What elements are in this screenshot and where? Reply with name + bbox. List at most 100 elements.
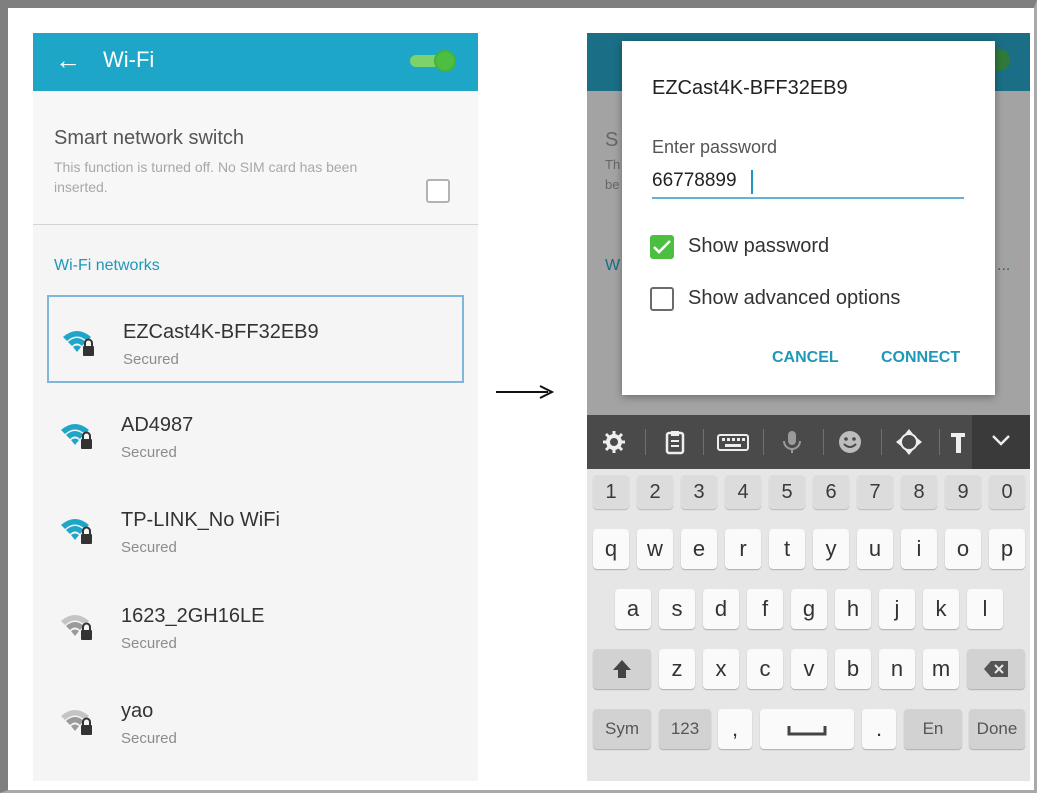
- key-n[interactable]: n: [879, 649, 915, 689]
- wifi-toggle[interactable]: [410, 50, 456, 72]
- microphone-icon[interactable]: [779, 429, 805, 455]
- key-t[interactable]: t: [769, 529, 805, 569]
- network-item-tplink[interactable]: TP-LINK_No WiFi Secured: [47, 485, 464, 573]
- smart-network-switch-title: Smart network switch: [54, 127, 245, 149]
- emoji-icon[interactable]: [837, 429, 863, 455]
- connect-button[interactable]: CONNECT: [881, 349, 960, 367]
- key-c[interactable]: c: [747, 649, 783, 689]
- wifi-lock-weak-icon: [61, 615, 92, 640]
- network-item-yao[interactable]: yao Secured: [47, 676, 464, 764]
- key-q[interactable]: q: [593, 529, 629, 569]
- key-h[interactable]: h: [835, 589, 871, 629]
- period-key[interactable]: .: [862, 709, 896, 749]
- page-title: Wi-Fi: [103, 47, 155, 72]
- keyboard-icon[interactable]: [717, 429, 749, 455]
- wifi-lock-icon: [61, 519, 92, 544]
- comma-key[interactable]: ,: [718, 709, 752, 749]
- text-caret: [751, 170, 753, 194]
- key-x[interactable]: x: [703, 649, 739, 689]
- wifi-lock-weak-icon: [61, 710, 92, 735]
- toolbar-separator: [703, 429, 704, 455]
- key-u[interactable]: u: [857, 529, 893, 569]
- key-p[interactable]: p: [989, 529, 1025, 569]
- key-2[interactable]: 2: [637, 475, 673, 509]
- key-k[interactable]: k: [923, 589, 959, 629]
- key-a[interactable]: a: [615, 589, 651, 629]
- key-3[interactable]: 3: [681, 475, 717, 509]
- key-m[interactable]: m: [923, 649, 959, 689]
- network-name: AD4987: [121, 414, 194, 436]
- shift-key[interactable]: [593, 649, 651, 689]
- key-i[interactable]: i: [901, 529, 937, 569]
- key-4[interactable]: 4: [725, 475, 761, 509]
- back-arrow-icon[interactable]: ←: [55, 45, 81, 75]
- network-item-ad4987[interactable]: AD4987 Secured: [47, 390, 464, 478]
- key-r[interactable]: r: [725, 529, 761, 569]
- show-password-checkbox[interactable]: [650, 235, 674, 259]
- cancel-button[interactable]: CANCEL: [772, 349, 839, 367]
- transition-arrow-icon: [496, 385, 555, 399]
- wifi-networks-heading: Wi-Fi networks: [54, 257, 160, 274]
- wifi-lock-icon: [63, 331, 94, 356]
- show-advanced-checkbox[interactable]: [650, 287, 674, 311]
- done-key[interactable]: Done: [969, 709, 1025, 749]
- network-name: yao: [121, 700, 154, 722]
- show-password-label[interactable]: Show password: [688, 235, 829, 258]
- language-key[interactable]: En: [904, 709, 962, 749]
- network-item-1623[interactable]: 1623_2GH16LE Secured: [47, 581, 464, 669]
- key-6[interactable]: 6: [813, 475, 849, 509]
- key-v[interactable]: v: [791, 649, 827, 689]
- toolbar-separator: [763, 429, 764, 455]
- key-f[interactable]: f: [747, 589, 783, 629]
- key-g[interactable]: g: [791, 589, 827, 629]
- password-input[interactable]: [652, 165, 964, 199]
- key-z[interactable]: z: [659, 649, 695, 689]
- app-bar: ← Wi-Fi: [33, 33, 478, 91]
- key-9[interactable]: 9: [945, 475, 981, 509]
- smart-network-switch-checkbox[interactable]: [426, 179, 450, 203]
- key-w[interactable]: w: [637, 529, 673, 569]
- key-j[interactable]: j: [879, 589, 915, 629]
- network-name: TP-LINK_No WiFi: [121, 509, 280, 531]
- show-advanced-label[interactable]: Show advanced options: [688, 287, 900, 310]
- key-s[interactable]: s: [659, 589, 695, 629]
- clipboard-icon[interactable]: [662, 429, 688, 455]
- num-key[interactable]: 123: [659, 709, 711, 749]
- dimmed-text: Th: [605, 157, 621, 172]
- collapse-keyboard-zone: [972, 415, 1030, 469]
- key-o[interactable]: o: [945, 529, 981, 569]
- network-name: 1623_2GH16LE: [121, 605, 265, 627]
- smart-network-switch-desc: This function is turned off. No SIM card…: [54, 159, 358, 195]
- key-e[interactable]: e: [681, 529, 717, 569]
- toolbar-separator: [939, 429, 940, 455]
- spacebar-icon: [787, 726, 827, 736]
- toolbar-separator: [645, 429, 646, 455]
- password-label: Enter password: [652, 137, 778, 157]
- backspace-key[interactable]: [967, 649, 1025, 689]
- key-d[interactable]: d: [703, 589, 739, 629]
- dimmed-text: W: [605, 257, 621, 274]
- shift-arrow-icon: [613, 660, 631, 678]
- chevron-down-icon[interactable]: [991, 433, 1011, 447]
- smart-network-switch-row[interactable]: Smart network switch This function is tu…: [33, 91, 478, 225]
- network-status: Secured: [121, 635, 177, 652]
- dimmed-text: be: [605, 177, 620, 192]
- key-7[interactable]: 7: [857, 475, 893, 509]
- network-item-ezcast[interactable]: EZCast4K-BFF32EB9 Secured: [47, 295, 464, 383]
- cursor-move-icon[interactable]: [896, 429, 922, 455]
- settings-gear-icon[interactable]: [601, 429, 627, 455]
- network-name: EZCast4K-BFF32EB9: [123, 321, 319, 343]
- key-5[interactable]: 5: [769, 475, 805, 509]
- key-8[interactable]: 8: [901, 475, 937, 509]
- key-y[interactable]: y: [813, 529, 849, 569]
- wifi-lock-icon: [61, 424, 92, 449]
- soft-keyboard: 1 2 3 4 5 6 7 8 9 0 q w e r t y u i o p …: [587, 415, 1030, 781]
- space-key[interactable]: [760, 709, 854, 749]
- toolbar-separator: [881, 429, 882, 455]
- key-0[interactable]: 0: [989, 475, 1025, 509]
- text-format-icon[interactable]: [949, 429, 967, 455]
- sym-key[interactable]: Sym: [593, 709, 651, 749]
- key-l[interactable]: l: [967, 589, 1003, 629]
- key-1[interactable]: 1: [593, 475, 629, 509]
- key-b[interactable]: b: [835, 649, 871, 689]
